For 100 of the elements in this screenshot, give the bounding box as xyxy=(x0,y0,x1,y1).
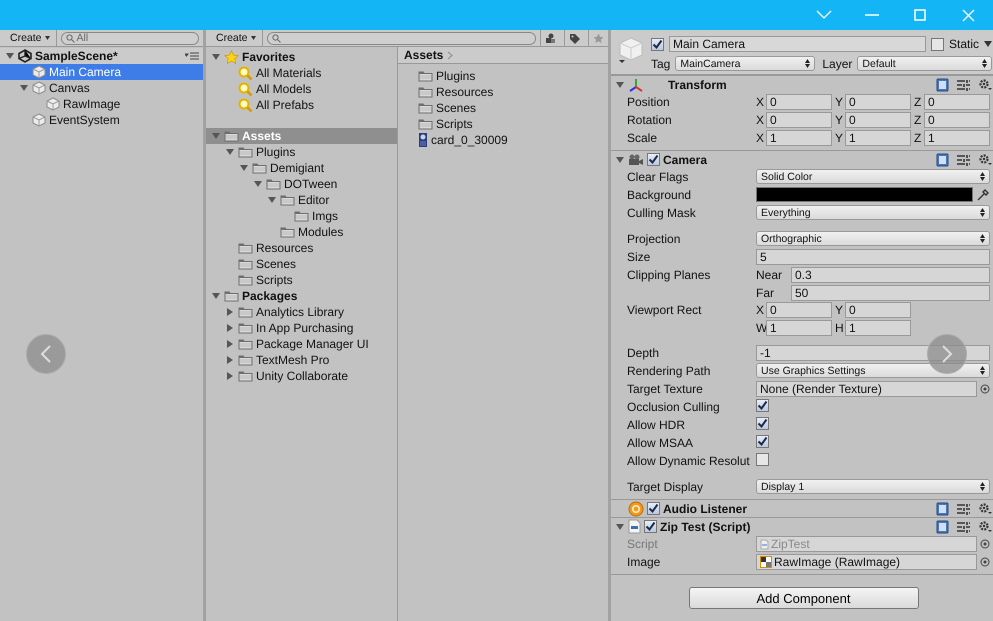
project-tree-item[interactable]: DOTween xyxy=(206,176,397,192)
expanded-arrow-icon[interactable] xyxy=(226,148,234,156)
component-header[interactable]: Transform xyxy=(611,75,993,93)
dropdown[interactable]: Use Graphics Settings xyxy=(756,363,990,378)
settings-icon[interactable] xyxy=(978,153,992,166)
layer-dropdown[interactable]: Default xyxy=(857,56,992,71)
checkbox[interactable] xyxy=(647,153,660,166)
caret-icon[interactable] xyxy=(984,41,992,47)
help-book-icon[interactable] xyxy=(936,502,949,516)
asset-item[interactable]: Scripts xyxy=(398,116,608,132)
expanded-arrow-icon[interactable] xyxy=(616,522,624,530)
hierarchy-item[interactable]: Canvas xyxy=(0,80,203,96)
hierarchy-item[interactable]: RawImage xyxy=(0,96,203,112)
project-tree-item[interactable]: All Prefabs xyxy=(206,97,397,113)
number-field[interactable]: 0 xyxy=(766,112,832,128)
search-field[interactable] xyxy=(266,32,536,44)
create-button[interactable]: Create xyxy=(210,30,263,46)
number-field[interactable]: 1 xyxy=(924,130,990,146)
settings-icon[interactable] xyxy=(978,78,992,91)
help-book-icon[interactable] xyxy=(936,78,949,92)
checkbox[interactable] xyxy=(756,417,769,430)
tag-dropdown[interactable]: MainCamera xyxy=(675,56,816,71)
settings-icon[interactable] xyxy=(978,502,992,515)
project-tree-item[interactable]: Imgs xyxy=(206,208,397,224)
number-field[interactable]: 0 xyxy=(845,112,911,128)
collapsed-arrow-icon[interactable] xyxy=(226,324,234,332)
project-tree-item[interactable]: Demigiant xyxy=(206,160,397,176)
color-field[interactable] xyxy=(756,187,973,202)
component-header[interactable]: Audio Listener xyxy=(611,499,993,517)
expanded-arrow-icon[interactable] xyxy=(254,180,262,188)
number-field[interactable]: 0 xyxy=(924,94,990,110)
search-field[interactable]: All xyxy=(60,32,199,44)
object-picker-icon[interactable] xyxy=(980,384,990,394)
asset-item[interactable]: Scenes xyxy=(398,100,608,116)
sliders-icon[interactable] xyxy=(957,502,970,514)
collapsed-arrow-icon[interactable] xyxy=(226,356,234,364)
expanded-arrow-icon[interactable] xyxy=(616,80,624,88)
project-tree-item[interactable]: Scripts xyxy=(206,272,397,288)
component-header[interactable]: Camera xyxy=(611,150,993,168)
number-field[interactable]: 0 xyxy=(766,302,832,318)
hierarchy-item[interactable]: Main Camera xyxy=(0,64,203,80)
number-field[interactable]: 1 xyxy=(845,130,911,146)
sliders-icon[interactable] xyxy=(957,520,970,532)
scene-item[interactable]: SampleScene* xyxy=(0,48,203,64)
number-field[interactable]: 0 xyxy=(766,94,832,110)
number-field[interactable]: 0.3 xyxy=(791,267,990,283)
menu-icon[interactable] xyxy=(185,52,199,60)
expanded-arrow-icon[interactable] xyxy=(212,132,220,140)
settings-icon[interactable] xyxy=(978,520,992,533)
collapsed-arrow-icon[interactable] xyxy=(226,340,234,348)
object-field[interactable]: None (Render Texture) xyxy=(756,381,977,397)
checkbox[interactable] xyxy=(930,38,944,50)
project-tree-item[interactable]: Packages xyxy=(206,288,397,304)
project-tree-item[interactable]: All Models xyxy=(206,81,397,97)
expanded-arrow-icon[interactable] xyxy=(240,164,248,172)
create-button[interactable]: Create xyxy=(4,30,57,46)
hierarchy-item[interactable]: EventSystem xyxy=(0,112,203,128)
project-tree-item[interactable]: Modules xyxy=(206,224,397,240)
breadcrumb-item[interactable]: Assets xyxy=(404,48,444,62)
project-tree-item[interactable]: Plugins xyxy=(206,144,397,160)
project-tree-item[interactable]: Scenes xyxy=(206,256,397,272)
number-field[interactable]: 1 xyxy=(766,130,832,146)
asset-item[interactable]: Plugins xyxy=(398,68,608,84)
project-tree-item[interactable]: Favorites xyxy=(206,49,397,65)
checkbox[interactable] xyxy=(756,399,769,412)
checkbox[interactable] xyxy=(756,435,769,448)
collapsed-arrow-icon[interactable] xyxy=(226,308,234,316)
expanded-arrow-icon[interactable] xyxy=(616,156,624,164)
expanded-arrow-icon[interactable] xyxy=(6,52,14,60)
number-field[interactable]: 0 xyxy=(845,94,911,110)
number-field[interactable]: 0 xyxy=(845,302,911,318)
sliders-icon[interactable] xyxy=(957,78,970,90)
project-tree-item[interactable]: Editor xyxy=(206,192,397,208)
checkbox[interactable] xyxy=(644,520,657,533)
project-tree-item[interactable]: Analytics Library xyxy=(206,304,397,320)
number-field[interactable]: 0 xyxy=(924,112,990,128)
number-field[interactable]: 50 xyxy=(791,285,990,301)
checkbox[interactable] xyxy=(651,38,664,50)
expanded-arrow-icon[interactable] xyxy=(20,84,28,92)
dropdown[interactable]: Orthographic xyxy=(756,231,990,246)
asset-item[interactable]: Resources xyxy=(398,84,608,100)
project-tree-item[interactable]: Package Manager UI xyxy=(206,336,397,352)
checkbox[interactable] xyxy=(647,502,660,515)
asset-item[interactable]: card_0_30009 xyxy=(398,132,608,148)
project-tree-item[interactable]: All Materials xyxy=(206,65,397,81)
help-book-icon[interactable] xyxy=(936,152,949,166)
component-header[interactable]: Zip Test (Script) xyxy=(611,517,993,535)
help-book-icon[interactable] xyxy=(936,520,949,534)
dropdown[interactable]: Solid Color xyxy=(756,169,990,184)
number-field[interactable]: 5 xyxy=(756,249,990,265)
project-tree-item[interactable]: Resources xyxy=(206,240,397,256)
eyedropper-icon[interactable] xyxy=(976,188,990,202)
number-field[interactable]: 1 xyxy=(845,320,911,336)
dropdown[interactable]: Display 1 xyxy=(756,479,990,494)
add-component-button[interactable]: Add Component xyxy=(688,587,918,609)
number-field[interactable]: 1 xyxy=(766,320,832,336)
object-name-field[interactable]: Main Camera xyxy=(669,36,926,52)
checkbox[interactable] xyxy=(756,453,769,466)
collapsed-arrow-icon[interactable] xyxy=(226,372,234,380)
expanded-arrow-icon[interactable] xyxy=(212,292,220,300)
